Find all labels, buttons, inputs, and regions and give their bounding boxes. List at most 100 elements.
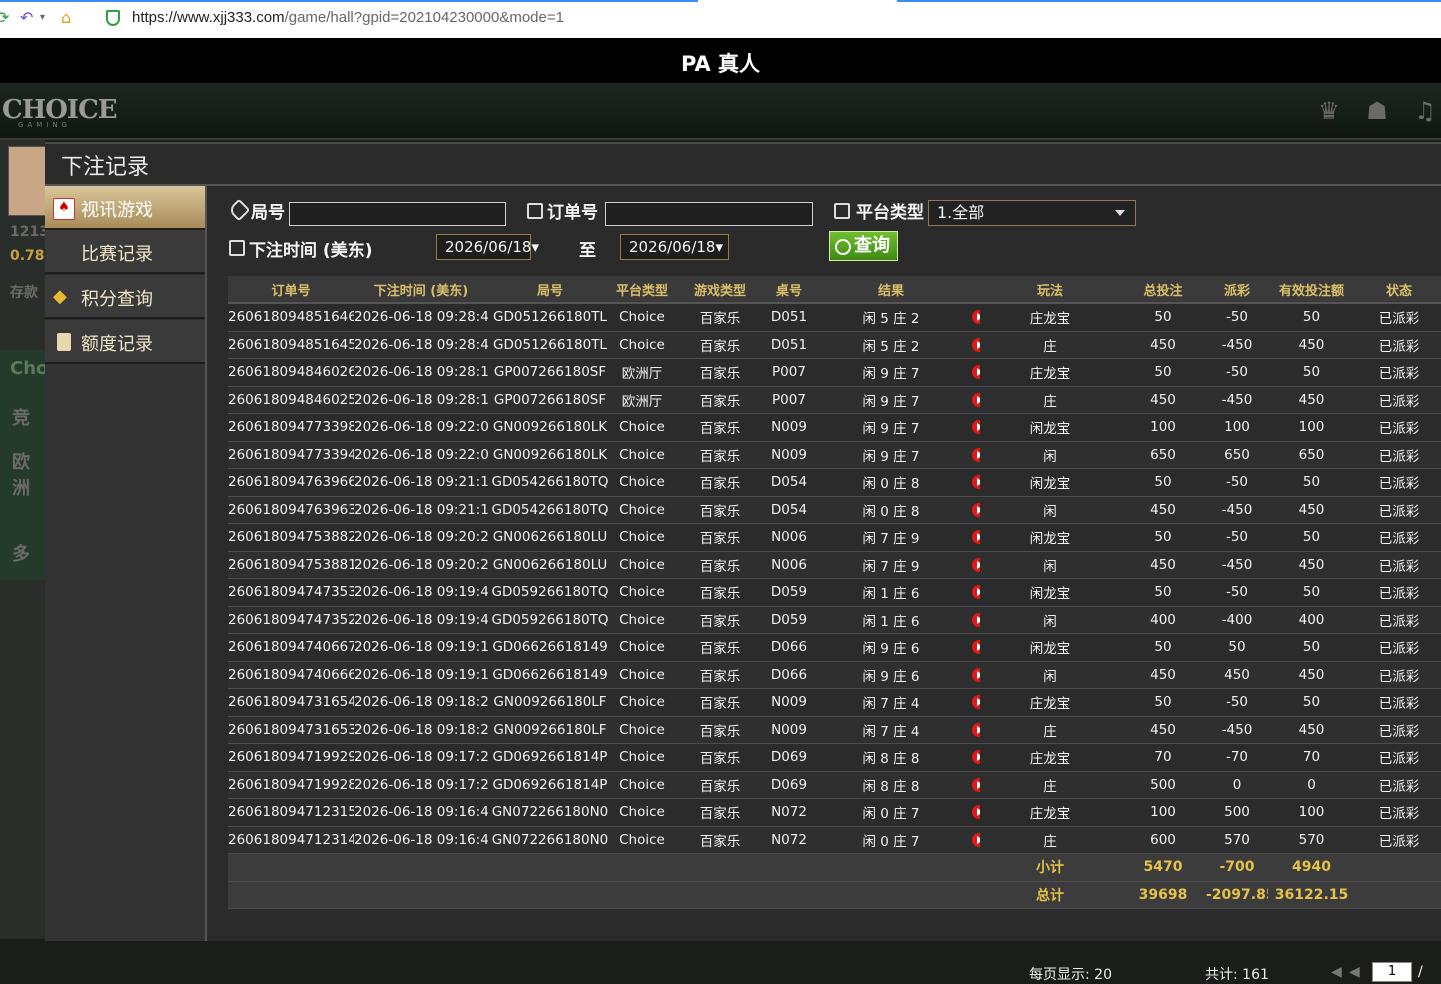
play-replay-icon[interactable] bbox=[972, 640, 980, 655]
chevron-down-icon[interactable]: ▾ bbox=[40, 12, 45, 23]
cell-valid-bet: 50 bbox=[1268, 358, 1355, 387]
cell-play[interactable] bbox=[972, 358, 980, 387]
play-replay-icon[interactable] bbox=[972, 750, 980, 765]
play-replay-icon[interactable] bbox=[972, 667, 980, 682]
cell-order-id: 260618094719929 bbox=[228, 743, 354, 772]
play-replay-icon[interactable] bbox=[972, 365, 980, 380]
cell-play[interactable] bbox=[972, 826, 980, 854]
cell-play[interactable] bbox=[972, 331, 980, 359]
sidebar-item-match-records[interactable]: 比赛记录 bbox=[45, 230, 205, 274]
round-label: 局号 bbox=[251, 203, 285, 223]
date-from-picker[interactable]: 2026/06/18▾ bbox=[436, 234, 539, 260]
cell-play[interactable] bbox=[972, 496, 980, 524]
play-replay-icon[interactable] bbox=[972, 337, 980, 352]
cell-play[interactable] bbox=[972, 441, 980, 469]
cell-order-id: 260618094846026 bbox=[228, 358, 354, 387]
cell-play[interactable] bbox=[972, 551, 980, 579]
play-replay-icon[interactable] bbox=[972, 585, 980, 600]
cell-platform: Choice bbox=[612, 688, 672, 717]
cell-play[interactable] bbox=[972, 468, 980, 497]
cell-play[interactable] bbox=[972, 661, 980, 689]
cell-payout: -450 bbox=[1206, 386, 1268, 414]
url-field[interactable]: https://www.xjj333.com/game/hall?gpid=20… bbox=[132, 9, 564, 26]
play-replay-icon[interactable] bbox=[972, 392, 980, 407]
cell-game-type: 百家乐 bbox=[672, 688, 768, 717]
cell-result: 闲 1 庄 6 bbox=[810, 606, 972, 634]
cell-order-id: 260618094740666 bbox=[228, 661, 354, 689]
cell-payout: 100 bbox=[1206, 413, 1268, 442]
table-row: 260618094712314 2026-06-18 09:16:42 GN0722… bbox=[228, 826, 1441, 854]
cell-round-id: GD0692661814P bbox=[488, 743, 612, 772]
music-icon[interactable]: ♫ bbox=[1410, 97, 1440, 125]
cell-play[interactable] bbox=[972, 633, 980, 662]
sidebar-item-label: 额度记录 bbox=[81, 334, 153, 355]
play-replay-icon[interactable] bbox=[972, 475, 980, 490]
cell-valid-bet: 50 bbox=[1268, 578, 1355, 607]
cell-payout: -450 bbox=[1206, 716, 1268, 744]
round-input[interactable] bbox=[289, 202, 506, 226]
play-replay-icon[interactable] bbox=[972, 530, 980, 545]
play-replay-icon[interactable] bbox=[972, 557, 980, 572]
play-replay-icon[interactable] bbox=[972, 420, 980, 435]
prev-page-icon[interactable]: ◀ bbox=[1331, 964, 1342, 980]
cell-total-bet: 50 bbox=[1120, 523, 1206, 552]
cell-status: 已派彩 bbox=[1355, 661, 1441, 689]
play-replay-icon[interactable] bbox=[972, 695, 980, 710]
cell-total-bet: 650 bbox=[1120, 441, 1206, 469]
cell-total-bet: 50 bbox=[1120, 358, 1206, 387]
order-input[interactable] bbox=[605, 202, 813, 226]
sidebar-item-points-query[interactable]: ◆ 积分查询 bbox=[45, 275, 205, 319]
sidebar-item-credit-records[interactable]: 额度记录 bbox=[45, 320, 205, 364]
column-header bbox=[972, 276, 980, 304]
play-replay-icon[interactable] bbox=[972, 447, 980, 462]
play-replay-icon[interactable] bbox=[972, 612, 980, 627]
play-replay-icon[interactable] bbox=[972, 722, 980, 737]
play-replay-icon[interactable] bbox=[972, 805, 980, 820]
play-replay-icon[interactable] bbox=[972, 502, 980, 517]
sum-payout: -2097.85 bbox=[1206, 881, 1268, 909]
cell-order-id: 260618094731654 bbox=[228, 688, 354, 717]
play-replay-icon[interactable] bbox=[972, 310, 980, 325]
vip-crown-icon[interactable]: ♛ bbox=[1314, 97, 1344, 125]
query-button[interactable]: 查询 bbox=[829, 231, 898, 261]
cell-result: 闲 9 庄 7 bbox=[810, 358, 972, 387]
cell-play[interactable] bbox=[972, 798, 980, 827]
play-replay-icon[interactable] bbox=[972, 777, 980, 792]
cell-play[interactable] bbox=[972, 771, 980, 799]
cell-bet-time: 2026-06-18 09:18:23 bbox=[354, 688, 488, 717]
cell-status: 已派彩 bbox=[1355, 606, 1441, 634]
cell-play[interactable] bbox=[972, 386, 980, 414]
cell-play[interactable] bbox=[972, 743, 980, 772]
cell-play[interactable] bbox=[972, 716, 980, 744]
cell-play[interactable] bbox=[972, 523, 980, 552]
cell-bet-time: 2026-06-18 09:21:15 bbox=[354, 496, 488, 524]
chat-user-icon[interactable]: ☗ bbox=[1362, 97, 1392, 125]
page-input[interactable]: 1 bbox=[1372, 962, 1412, 982]
cell-play[interactable] bbox=[972, 303, 980, 332]
cell-valid-bet: 50 bbox=[1268, 303, 1355, 332]
home-icon[interactable]: ⌂ bbox=[61, 8, 71, 27]
cell-bet-time: 2026-06-18 09:22:00 bbox=[354, 441, 488, 469]
cell-play[interactable] bbox=[972, 578, 980, 607]
date-to-picker[interactable]: 2026/06/18▾ bbox=[620, 234, 729, 260]
per-page-label: 每页显示: 20 bbox=[1029, 967, 1112, 983]
sidebar-item-video-games[interactable]: ♠ 视讯游戏 bbox=[45, 186, 221, 230]
cell-play[interactable] bbox=[972, 606, 980, 634]
refresh-icon[interactable]: ⟳ bbox=[0, 8, 9, 27]
cell-bet-type: 闲龙宝 bbox=[980, 523, 1120, 552]
url-path: /game/hall?gpid=202104230000&mode=1 bbox=[284, 9, 564, 26]
cell-valid-bet: 450 bbox=[1268, 331, 1355, 359]
subtotal-row: 小计 5470 -700 4940 bbox=[228, 853, 1441, 882]
cell-play[interactable] bbox=[972, 688, 980, 717]
cell-table-id: N072 bbox=[768, 798, 810, 827]
cell-bet-type: 闲 bbox=[980, 661, 1120, 689]
cell-order-id: 260618094712315 bbox=[228, 798, 354, 827]
back-icon[interactable]: ↶ bbox=[20, 8, 33, 27]
cell-play[interactable] bbox=[972, 413, 980, 442]
first-page-icon[interactable]: ◀ bbox=[1349, 964, 1360, 980]
cell-bet-type: 庄 bbox=[980, 331, 1120, 359]
platform-select[interactable]: 1.全部 bbox=[928, 200, 1136, 226]
play-replay-icon[interactable] bbox=[972, 832, 980, 847]
cell-game-type: 百家乐 bbox=[672, 386, 768, 414]
cell-payout: 570 bbox=[1206, 826, 1268, 854]
